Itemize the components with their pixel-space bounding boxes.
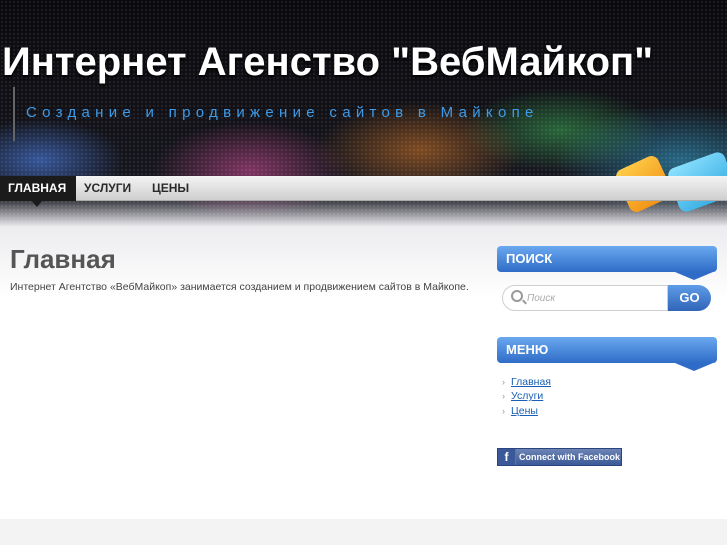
sidebar-menu-item-home[interactable]: › Главная [502,376,551,388]
sidebar-menu-item-prices[interactable]: › Цены [502,405,538,417]
site-tagline: Создание и продвижение сайтов в Майкопе [26,104,539,121]
tagline-divider [13,87,15,141]
bullet-icon: › [502,377,505,387]
sidebar-menu-label[interactable]: Главная [511,376,551,388]
page-title: Главная [10,244,116,274]
facebook-connect-label: Connect with Facebook [519,452,621,462]
search-icon [511,290,523,302]
bullet-icon: › [502,391,505,401]
sidebar-menu-label[interactable]: Цены [511,405,538,417]
bullet-icon: › [502,406,505,416]
active-nav-indicator [31,200,43,207]
sidebar-menu-item-services[interactable]: › Услуги [502,390,543,402]
facebook-icon: f [498,449,516,465]
search-go-button[interactable]: GO [668,285,711,311]
main-nav: Главная Услуги Цены [0,176,727,201]
menu-widget-title: Меню [497,337,717,363]
facebook-connect-button[interactable]: f Connect with Facebook [497,448,622,466]
page-footer-area [0,519,727,545]
search-input[interactable] [527,289,662,307]
sidebar-menu-label[interactable]: Услуги [511,390,543,402]
nav-item-services[interactable]: Услуги [76,176,139,201]
nav-item-prices[interactable]: Цены [144,176,197,201]
page-intro-text: Интернет Агентство «ВебМайкоп» занимаетс… [10,281,469,293]
site-title[interactable]: Интернет Агенство "ВебМайкоп" [2,40,653,85]
nav-item-home[interactable]: Главная [0,176,76,201]
search-widget-title: Поиск [497,246,717,272]
